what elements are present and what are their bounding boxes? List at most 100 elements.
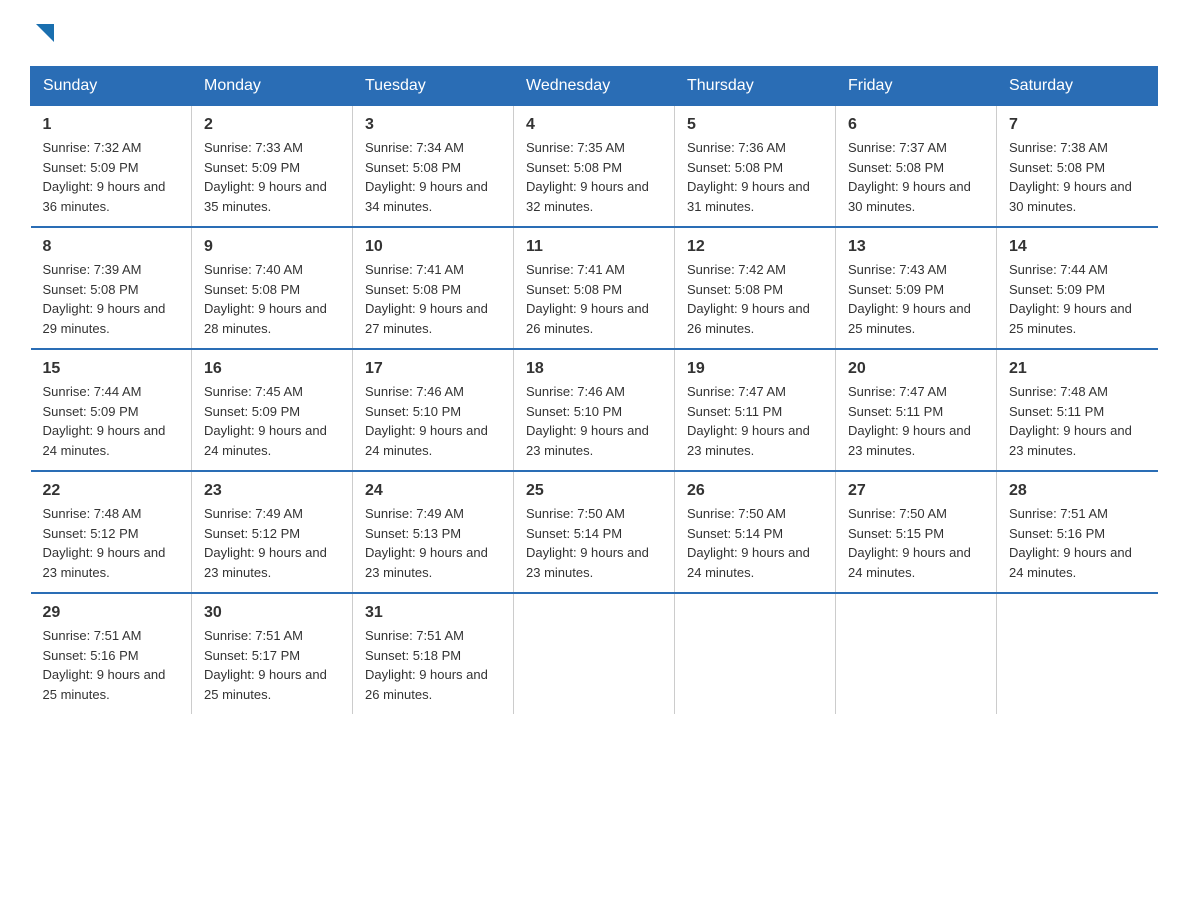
calendar-day-cell: 29 Sunrise: 7:51 AM Sunset: 5:16 PM Dayl… [31,593,192,714]
day-number: 25 [526,482,662,500]
day-number: 28 [1009,482,1146,500]
day-info: Sunrise: 7:48 AM Sunset: 5:11 PM Dayligh… [1009,382,1146,460]
day-info: Sunrise: 7:47 AM Sunset: 5:11 PM Dayligh… [848,382,984,460]
sunrise-label: Sunrise: 7:45 AM [204,384,303,399]
sunrise-label: Sunrise: 7:36 AM [687,140,786,155]
day-info: Sunrise: 7:51 AM Sunset: 5:18 PM Dayligh… [365,626,501,704]
sunrise-label: Sunrise: 7:50 AM [526,506,625,521]
sunset-label: Sunset: 5:12 PM [204,526,300,541]
calendar-day-cell: 16 Sunrise: 7:45 AM Sunset: 5:09 PM Dayl… [192,349,353,471]
calendar-day-cell: 11 Sunrise: 7:41 AM Sunset: 5:08 PM Dayl… [514,227,675,349]
day-number: 24 [365,482,501,500]
calendar-day-cell: 8 Sunrise: 7:39 AM Sunset: 5:08 PM Dayli… [31,227,192,349]
daylight-label: Daylight: 9 hours and 23 minutes. [43,545,166,580]
sunset-label: Sunset: 5:09 PM [43,404,139,419]
sunrise-label: Sunrise: 7:42 AM [687,262,786,277]
sunset-label: Sunset: 5:14 PM [687,526,783,541]
calendar-day-cell: 9 Sunrise: 7:40 AM Sunset: 5:08 PM Dayli… [192,227,353,349]
daylight-label: Daylight: 9 hours and 36 minutes. [43,179,166,214]
calendar-day-cell [997,593,1158,714]
day-info: Sunrise: 7:44 AM Sunset: 5:09 PM Dayligh… [43,382,180,460]
sunrise-label: Sunrise: 7:38 AM [1009,140,1108,155]
calendar-day-cell: 4 Sunrise: 7:35 AM Sunset: 5:08 PM Dayli… [514,106,675,228]
calendar-day-cell: 20 Sunrise: 7:47 AM Sunset: 5:11 PM Dayl… [836,349,997,471]
header-row: Sunday Monday Tuesday Wednesday Thursday… [31,67,1158,106]
calendar-day-cell: 31 Sunrise: 7:51 AM Sunset: 5:18 PM Dayl… [353,593,514,714]
sunrise-label: Sunrise: 7:32 AM [43,140,142,155]
day-info: Sunrise: 7:50 AM Sunset: 5:14 PM Dayligh… [687,504,823,582]
daylight-label: Daylight: 9 hours and 34 minutes. [365,179,488,214]
day-number: 4 [526,116,662,134]
calendar-day-cell: 13 Sunrise: 7:43 AM Sunset: 5:09 PM Dayl… [836,227,997,349]
sunset-label: Sunset: 5:08 PM [204,282,300,297]
calendar-week-row: 8 Sunrise: 7:39 AM Sunset: 5:08 PM Dayli… [31,227,1158,349]
day-number: 18 [526,360,662,378]
daylight-label: Daylight: 9 hours and 30 minutes. [848,179,971,214]
sunset-label: Sunset: 5:08 PM [848,160,944,175]
calendar-day-cell: 14 Sunrise: 7:44 AM Sunset: 5:09 PM Dayl… [997,227,1158,349]
sunset-label: Sunset: 5:08 PM [43,282,139,297]
sunset-label: Sunset: 5:18 PM [365,648,461,663]
daylight-label: Daylight: 9 hours and 29 minutes. [43,301,166,336]
sunset-label: Sunset: 5:08 PM [687,160,783,175]
day-info: Sunrise: 7:41 AM Sunset: 5:08 PM Dayligh… [365,260,501,338]
sunrise-label: Sunrise: 7:49 AM [365,506,464,521]
day-number: 3 [365,116,501,134]
calendar-day-cell: 6 Sunrise: 7:37 AM Sunset: 5:08 PM Dayli… [836,106,997,228]
day-number: 17 [365,360,501,378]
col-thursday: Thursday [675,67,836,106]
sunrise-label: Sunrise: 7:41 AM [365,262,464,277]
day-number: 19 [687,360,823,378]
sunrise-label: Sunrise: 7:44 AM [1009,262,1108,277]
calendar-day-cell: 25 Sunrise: 7:50 AM Sunset: 5:14 PM Dayl… [514,471,675,593]
calendar-day-cell: 17 Sunrise: 7:46 AM Sunset: 5:10 PM Dayl… [353,349,514,471]
sunrise-label: Sunrise: 7:47 AM [687,384,786,399]
calendar-week-row: 22 Sunrise: 7:48 AM Sunset: 5:12 PM Dayl… [31,471,1158,593]
sunset-label: Sunset: 5:11 PM [1009,404,1104,419]
sunset-label: Sunset: 5:08 PM [365,282,461,297]
day-info: Sunrise: 7:46 AM Sunset: 5:10 PM Dayligh… [526,382,662,460]
day-info: Sunrise: 7:51 AM Sunset: 5:16 PM Dayligh… [43,626,180,704]
calendar-table: Sunday Monday Tuesday Wednesday Thursday… [30,66,1158,714]
sunset-label: Sunset: 5:08 PM [526,282,622,297]
sunrise-label: Sunrise: 7:43 AM [848,262,947,277]
sunrise-label: Sunrise: 7:37 AM [848,140,947,155]
sunrise-label: Sunrise: 7:34 AM [365,140,464,155]
sunrise-label: Sunrise: 7:44 AM [43,384,142,399]
sunset-label: Sunset: 5:13 PM [365,526,461,541]
day-info: Sunrise: 7:40 AM Sunset: 5:08 PM Dayligh… [204,260,340,338]
calendar-day-cell: 3 Sunrise: 7:34 AM Sunset: 5:08 PM Dayli… [353,106,514,228]
daylight-label: Daylight: 9 hours and 31 minutes. [687,179,810,214]
sunset-label: Sunset: 5:09 PM [1009,282,1105,297]
calendar-day-cell [514,593,675,714]
sunrise-label: Sunrise: 7:51 AM [365,628,464,643]
sunrise-label: Sunrise: 7:51 AM [1009,506,1108,521]
col-friday: Friday [836,67,997,106]
sunset-label: Sunset: 5:14 PM [526,526,622,541]
sunrise-label: Sunrise: 7:39 AM [43,262,142,277]
calendar-day-cell: 27 Sunrise: 7:50 AM Sunset: 5:15 PM Dayl… [836,471,997,593]
calendar-day-cell [675,593,836,714]
logo-icon [32,20,60,48]
calendar-week-row: 1 Sunrise: 7:32 AM Sunset: 5:09 PM Dayli… [31,106,1158,228]
daylight-label: Daylight: 9 hours and 26 minutes. [687,301,810,336]
day-info: Sunrise: 7:36 AM Sunset: 5:08 PM Dayligh… [687,138,823,216]
calendar-day-cell: 26 Sunrise: 7:50 AM Sunset: 5:14 PM Dayl… [675,471,836,593]
day-info: Sunrise: 7:46 AM Sunset: 5:10 PM Dayligh… [365,382,501,460]
sunset-label: Sunset: 5:15 PM [848,526,944,541]
sunrise-label: Sunrise: 7:51 AM [43,628,142,643]
daylight-label: Daylight: 9 hours and 23 minutes. [848,423,971,458]
calendar-day-cell: 24 Sunrise: 7:49 AM Sunset: 5:13 PM Dayl… [353,471,514,593]
sunset-label: Sunset: 5:08 PM [526,160,622,175]
day-number: 20 [848,360,984,378]
daylight-label: Daylight: 9 hours and 23 minutes. [1009,423,1132,458]
daylight-label: Daylight: 9 hours and 23 minutes. [204,545,327,580]
day-info: Sunrise: 7:41 AM Sunset: 5:08 PM Dayligh… [526,260,662,338]
col-saturday: Saturday [997,67,1158,106]
sunset-label: Sunset: 5:09 PM [848,282,944,297]
day-info: Sunrise: 7:47 AM Sunset: 5:11 PM Dayligh… [687,382,823,460]
calendar-day-cell: 23 Sunrise: 7:49 AM Sunset: 5:12 PM Dayl… [192,471,353,593]
day-info: Sunrise: 7:50 AM Sunset: 5:15 PM Dayligh… [848,504,984,582]
calendar-day-cell: 30 Sunrise: 7:51 AM Sunset: 5:17 PM Dayl… [192,593,353,714]
calendar-day-cell: 7 Sunrise: 7:38 AM Sunset: 5:08 PM Dayli… [997,106,1158,228]
